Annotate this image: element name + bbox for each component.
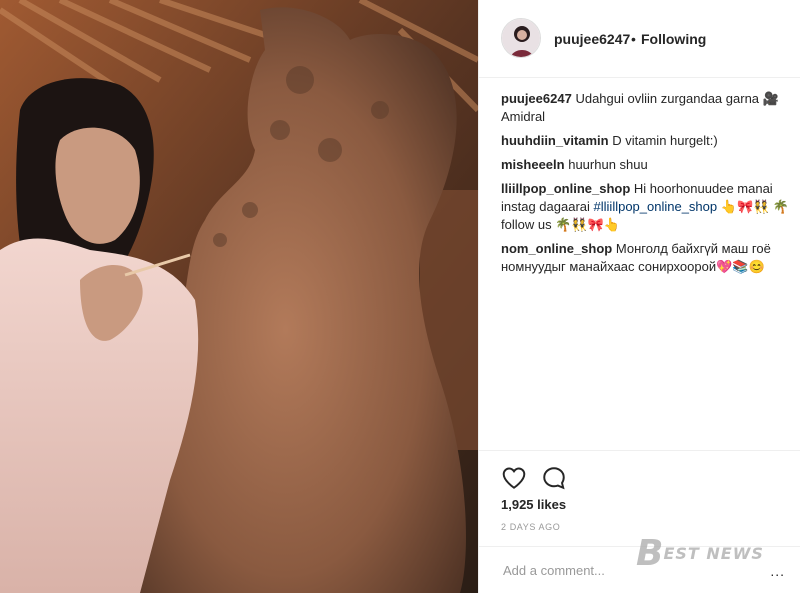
post-timestamp: 2 DAYS AGO xyxy=(501,522,561,532)
hashtag-link[interactable]: #lliillpop_online_shop xyxy=(594,199,718,214)
comment-item: puujee6247 Udahgui ovliin zurgandaa garn… xyxy=(501,90,793,126)
avatar[interactable] xyxy=(501,18,541,58)
header-username[interactable]: puujee6247 xyxy=(554,31,630,47)
post-header: puujee6247 • Following xyxy=(479,0,800,78)
comment-username[interactable]: lliillpop_online_shop xyxy=(501,181,630,196)
following-button[interactable]: Following xyxy=(641,31,706,47)
comment-text: huurhun shuu xyxy=(568,157,648,172)
comment-icon[interactable] xyxy=(541,465,567,491)
post-photo[interactable] xyxy=(0,0,478,593)
more-options-button[interactable]: ... xyxy=(770,563,785,579)
comment-item: lliillpop_online_shop Hi hoorhonuudee ma… xyxy=(501,180,793,234)
photo-illustration xyxy=(0,0,478,593)
heart-icon[interactable] xyxy=(501,465,527,491)
action-bar xyxy=(479,450,800,490)
post-sidebar: puujee6247 • Following puujee6247 Udahgu… xyxy=(478,0,800,593)
comment-item: nom_online_shop Монголд байхгүй маш гоё … xyxy=(501,240,793,276)
header-separator: • xyxy=(631,31,636,47)
comment-username[interactable]: misheeeln xyxy=(501,157,565,172)
watermark-letter: B xyxy=(636,533,664,574)
comment-text: D vitamin hurgelt:) xyxy=(612,133,718,148)
comment-list: puujee6247 Udahgui ovliin zurgandaa garn… xyxy=(501,90,793,282)
comment-item: huuhdiin_vitamin D vitamin hurgelt:) xyxy=(501,132,793,150)
watermark-text: EST NEWS xyxy=(663,544,764,563)
comment-username[interactable]: nom_online_shop xyxy=(501,241,612,256)
heart-icon-svg xyxy=(502,467,526,489)
comment-username[interactable]: huuhdiin_vitamin xyxy=(501,133,609,148)
comment-icon-svg xyxy=(543,467,565,490)
comment-username[interactable]: puujee6247 xyxy=(501,91,572,106)
instagram-post: puujee6247 • Following puujee6247 Udahgu… xyxy=(0,0,800,593)
watermark-logo: BEST NEWS xyxy=(636,533,764,574)
likes-count[interactable]: 1,925 likes xyxy=(501,497,566,512)
comment-item: misheeeln huurhun shuu xyxy=(501,156,793,174)
avatar-image xyxy=(502,19,540,57)
